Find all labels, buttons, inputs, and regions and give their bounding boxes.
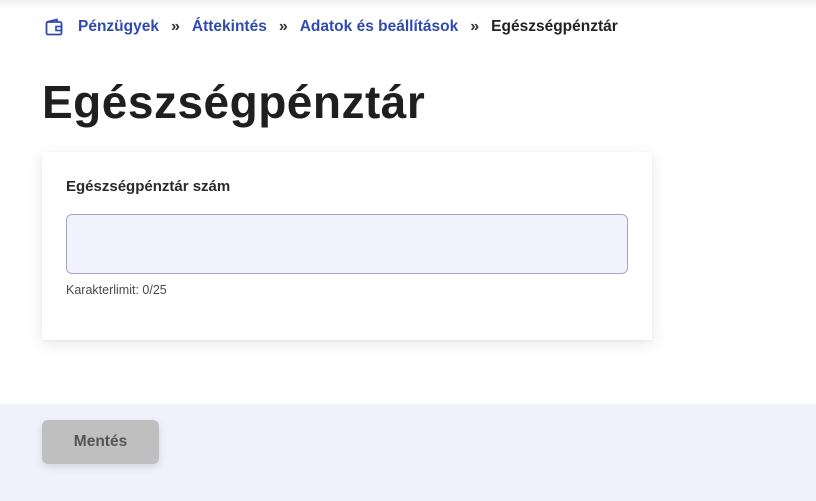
breadcrumb-current: Egészségpénztár: [491, 18, 618, 35]
breadcrumb-separator: »: [170, 18, 180, 35]
breadcrumb-link-attekintes[interactable]: Áttekintés: [192, 18, 267, 36]
page-title: Egészségpénztár: [42, 76, 426, 128]
breadcrumb-separator: »: [470, 18, 480, 35]
health-fund-number-input[interactable]: [66, 214, 628, 274]
field-label: Egészségpénztár szám: [66, 178, 231, 195]
form-card: Egészségpénztár szám Karakterlimit: 0/25: [42, 152, 652, 340]
char-limit-text: Karakterlimit: 0/25: [66, 283, 167, 297]
top-shadow: [0, 0, 816, 10]
breadcrumb-link-adatok[interactable]: Adatok és beállítások: [300, 18, 459, 36]
wallet-icon[interactable]: [44, 17, 64, 37]
breadcrumb: Pénzügyek » Áttekintés » Adatok és beáll…: [44, 17, 618, 37]
breadcrumb-separator: »: [278, 18, 288, 35]
save-button[interactable]: Mentés: [42, 420, 159, 464]
breadcrumb-link-penzugyek[interactable]: Pénzügyek: [78, 18, 159, 36]
footer-bar: Mentés: [0, 404, 816, 501]
